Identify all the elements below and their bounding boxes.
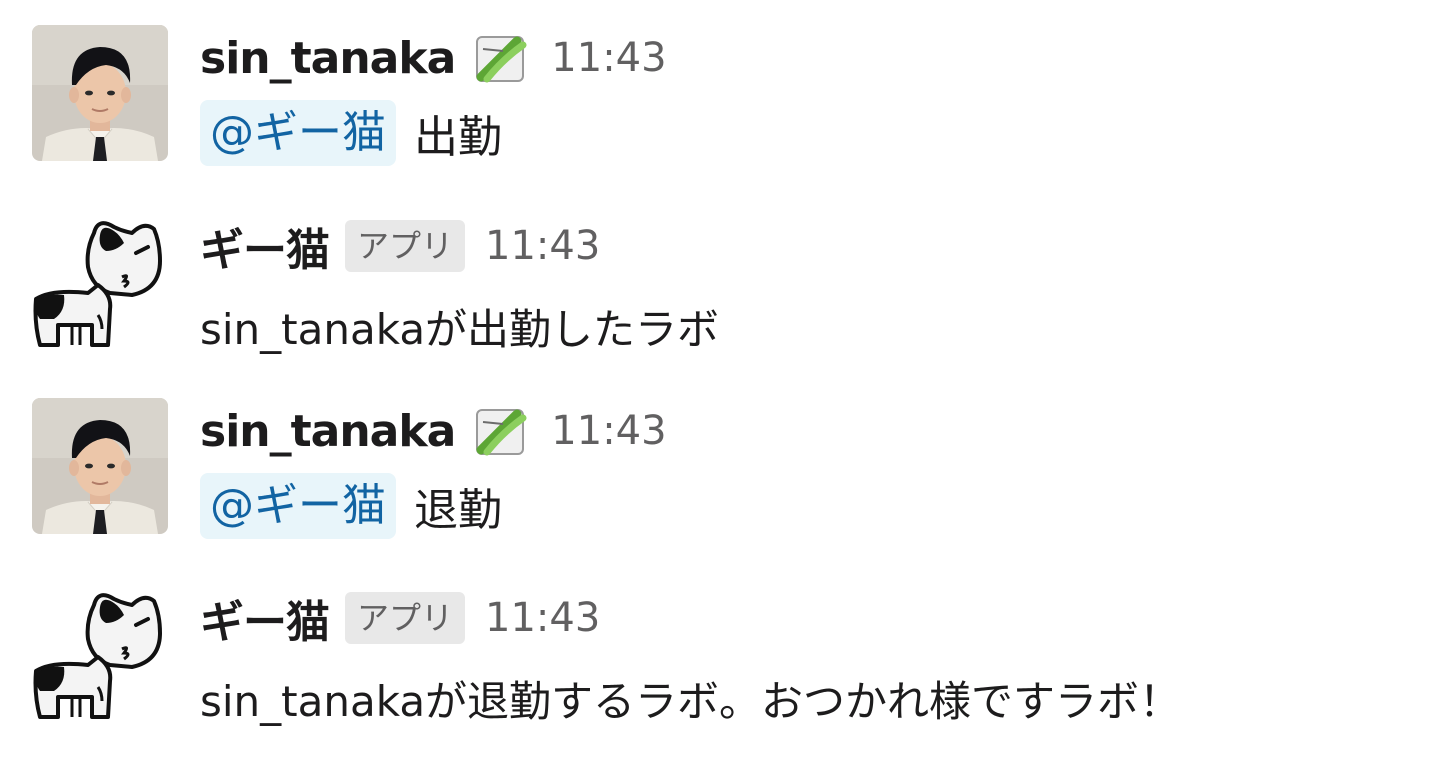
message-text: 出勤 xyxy=(414,112,502,163)
timestamp[interactable]: 11:43 xyxy=(485,595,600,641)
message-item[interactable]: sin_tanaka 11:43 @ギー猫 出勤 xyxy=(0,0,1440,166)
timestamp[interactable]: 11:43 xyxy=(551,408,666,454)
message-header: sin_tanaka 11:43 xyxy=(200,401,667,461)
message-body: sin_tanakaが退勤するラボ。おつかれ様ですラボ！ xyxy=(200,668,1181,729)
app-badge: アプリ xyxy=(345,592,466,644)
message-body: @ギー猫 出勤 xyxy=(200,100,502,166)
author-name[interactable]: sin_tanaka xyxy=(200,33,456,84)
app-badge: アプリ xyxy=(345,220,466,272)
avatar[interactable] xyxy=(32,25,168,161)
message-body: sin_tanakaが出勤したラボ xyxy=(200,296,719,357)
avatar[interactable] xyxy=(32,585,168,721)
user-mention[interactable]: @ギー猫 xyxy=(200,473,396,539)
green-leaf-status-icon xyxy=(473,402,531,460)
timestamp[interactable]: 11:43 xyxy=(551,35,666,81)
message-text: sin_tanakaが出勤したラボ xyxy=(200,305,720,354)
message-header: ギー猫 アプリ 11:43 xyxy=(200,588,600,648)
message-body: @ギー猫 退勤 xyxy=(200,473,502,539)
message-feed: sin_tanaka 11:43 @ギー猫 出勤 ギー猫 アプリ 11:43 s… xyxy=(0,0,1440,765)
user-photo-avatar-icon xyxy=(32,398,168,534)
message-item[interactable]: ギー猫 アプリ 11:43 sin_tanakaが退勤するラボ。おつかれ様ですラ… xyxy=(0,560,1440,726)
message-item[interactable]: ギー猫 アプリ 11:43 sin_tanakaが出勤したラボ xyxy=(0,188,1440,354)
cat-bot-avatar-icon xyxy=(32,213,168,349)
message-item[interactable]: sin_tanaka 11:43 @ギー猫 退勤 xyxy=(0,373,1440,539)
green-leaf-status-icon xyxy=(473,29,531,87)
message-header: sin_tanaka 11:43 xyxy=(200,28,667,88)
avatar[interactable] xyxy=(32,398,168,534)
message-text: sin_tanakaが退勤するラボ。おつかれ様ですラボ！ xyxy=(200,677,1182,726)
avatar[interactable] xyxy=(32,213,168,349)
user-mention[interactable]: @ギー猫 xyxy=(200,100,396,166)
user-photo-avatar-icon xyxy=(32,25,168,161)
timestamp[interactable]: 11:43 xyxy=(485,223,600,269)
message-header: ギー猫 アプリ 11:43 xyxy=(200,216,600,276)
author-name[interactable]: ギー猫 xyxy=(200,586,330,650)
message-text: 退勤 xyxy=(414,485,502,536)
author-name[interactable]: ギー猫 xyxy=(200,214,330,278)
author-name[interactable]: sin_tanaka xyxy=(200,406,456,457)
cat-bot-avatar-icon xyxy=(32,585,168,721)
